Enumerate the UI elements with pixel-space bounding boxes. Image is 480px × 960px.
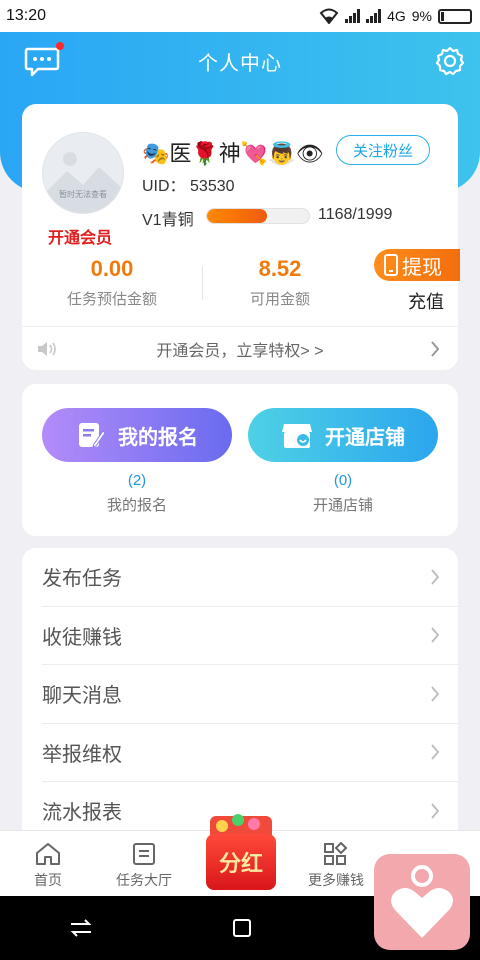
chevron-right-icon <box>431 803 440 819</box>
menu-item-label: 聊天消息 <box>42 685 122 708</box>
my-signup-label: 我的报名 <box>106 497 167 514</box>
speaker-icon <box>38 342 56 356</box>
gift-decoration <box>232 814 244 826</box>
bonus-label: 分红 <box>206 834 276 890</box>
open-shop-button-label: 开通店铺 <box>325 426 405 449</box>
tab-task-hall-label: 任务大厅 <box>116 872 172 888</box>
menu-item-chat[interactable]: 聊天消息 <box>42 665 458 724</box>
home-icon <box>36 843 60 865</box>
message-button[interactable] <box>24 42 64 78</box>
status-bar: 13:20 4G 9% <box>0 0 480 32</box>
edit-form-icon <box>79 423 106 448</box>
open-vip-link[interactable]: 开通会员 <box>48 224 112 248</box>
status-icons: 4G 9% <box>319 8 472 24</box>
chevron-right-icon <box>431 341 440 357</box>
unread-dot <box>56 42 64 50</box>
open-shop-button[interactable]: 开通店铺 <box>248 408 438 462</box>
settings-button[interactable] <box>434 45 466 77</box>
level-progress-bar <box>206 208 310 224</box>
open-shop-count: (0) <box>333 472 353 489</box>
chevron-right-icon <box>431 569 440 585</box>
menu-item-label: 举报维权 <box>42 743 122 766</box>
status-time: 13:20 <box>6 7 47 24</box>
quick-actions-card: 我的报名 开通店铺 (2) 我的报名 (0) 开通店铺 <box>22 384 458 536</box>
uid-label: UID： <box>142 178 186 195</box>
uid: UID： 53530 <box>142 172 235 196</box>
tab-home-label: 首页 <box>34 872 62 888</box>
profile-card: 暂时无法查看 开通会员 🎭医🌹神💘👼👁 关注粉丝 UID： 53530 V1青铜… <box>22 104 460 370</box>
tab-more-earnings[interactable]: 更多赚钱 <box>288 831 384 896</box>
heart-person-icon <box>391 865 453 938</box>
my-signup-button-label: 我的报名 <box>118 426 198 449</box>
gift-decoration <box>216 820 228 832</box>
home-square-icon[interactable] <box>232 918 252 938</box>
floating-heart-button[interactable] <box>374 854 470 950</box>
battery-icon <box>438 8 472 24</box>
estimated-amount[interactable]: 0.00 任务预估金额 <box>32 256 192 309</box>
my-signup-count: (2) <box>127 472 147 489</box>
my-signup-button[interactable]: 我的报名 <box>42 408 232 462</box>
battery-percent: 9% <box>411 8 432 24</box>
uid-value: 53530 <box>190 178 235 195</box>
apps-icon <box>324 842 348 865</box>
gear-icon <box>435 46 465 76</box>
chat-icon <box>24 47 60 77</box>
wifi-icon <box>319 8 339 24</box>
chevron-right-icon <box>431 744 440 760</box>
withdraw-label: 提现 <box>402 256 442 279</box>
store-icon <box>282 424 312 448</box>
image-placeholder-icon <box>43 152 123 213</box>
phone-icon <box>384 254 398 276</box>
vip-notice-text: 开通会员，立享特权> > <box>156 342 324 360</box>
menu-list: 发布任务 收徒赚钱 聊天消息 举报维权 流水报表 <box>22 548 458 848</box>
available-amount-label: 可用金额 <box>249 291 310 308</box>
chevron-right-icon <box>431 627 440 643</box>
level-label: V1青铜 <box>142 212 194 229</box>
page-title: 个人中心 <box>198 52 282 75</box>
estimated-amount-value: 0.00 <box>90 256 134 281</box>
nickname: 🎭医🌹神💘👼👁 <box>142 141 324 166</box>
signal-icon-2 <box>366 9 382 23</box>
chevron-right-icon <box>431 686 440 702</box>
signal-icon <box>345 9 361 23</box>
list-icon <box>133 843 155 865</box>
menu-item-label: 流水报表 <box>42 802 122 825</box>
network-type: 4G <box>387 8 406 24</box>
avatar[interactable]: 暂时无法查看 <box>42 132 124 214</box>
gift-decoration <box>248 818 260 830</box>
menu-item-recruit[interactable]: 收徒赚钱 <box>42 607 458 665</box>
open-shop-label: 开通店铺 <box>312 497 373 514</box>
level-progress-fill <box>207 209 267 223</box>
tab-task-hall[interactable]: 任务大厅 <box>96 831 192 896</box>
available-amount[interactable]: 8.52 可用金额 <box>200 256 360 309</box>
tab-more-earnings-label: 更多赚钱 <box>308 872 364 888</box>
menu-item-publish-task[interactable]: 发布任务 <box>42 548 458 607</box>
vip-notice-bar[interactable]: 开通会员，立享特权> > <box>22 326 458 370</box>
menu-item-label: 收徒赚钱 <box>42 626 122 649</box>
menu-item-report[interactable]: 举报维权 <box>42 724 458 782</box>
available-amount-value: 8.52 <box>258 256 302 281</box>
bonus-button[interactable]: 分红 <box>200 812 282 894</box>
withdraw-button[interactable]: 提现 <box>374 249 460 281</box>
header: 个人中心 <box>0 32 480 90</box>
avatar-caption: 暂时无法查看 <box>59 190 107 199</box>
menu-item-label: 发布任务 <box>42 568 122 591</box>
tab-home[interactable]: 首页 <box>0 831 96 896</box>
estimated-amount-label: 任务预估金额 <box>66 291 157 308</box>
switch-arrows-icon[interactable] <box>69 918 93 938</box>
level-progress-text: 1168/1999 <box>318 206 393 223</box>
recharge-button[interactable]: 充值 <box>408 288 444 314</box>
follow-fans-button[interactable]: 关注粉丝 <box>336 135 430 165</box>
